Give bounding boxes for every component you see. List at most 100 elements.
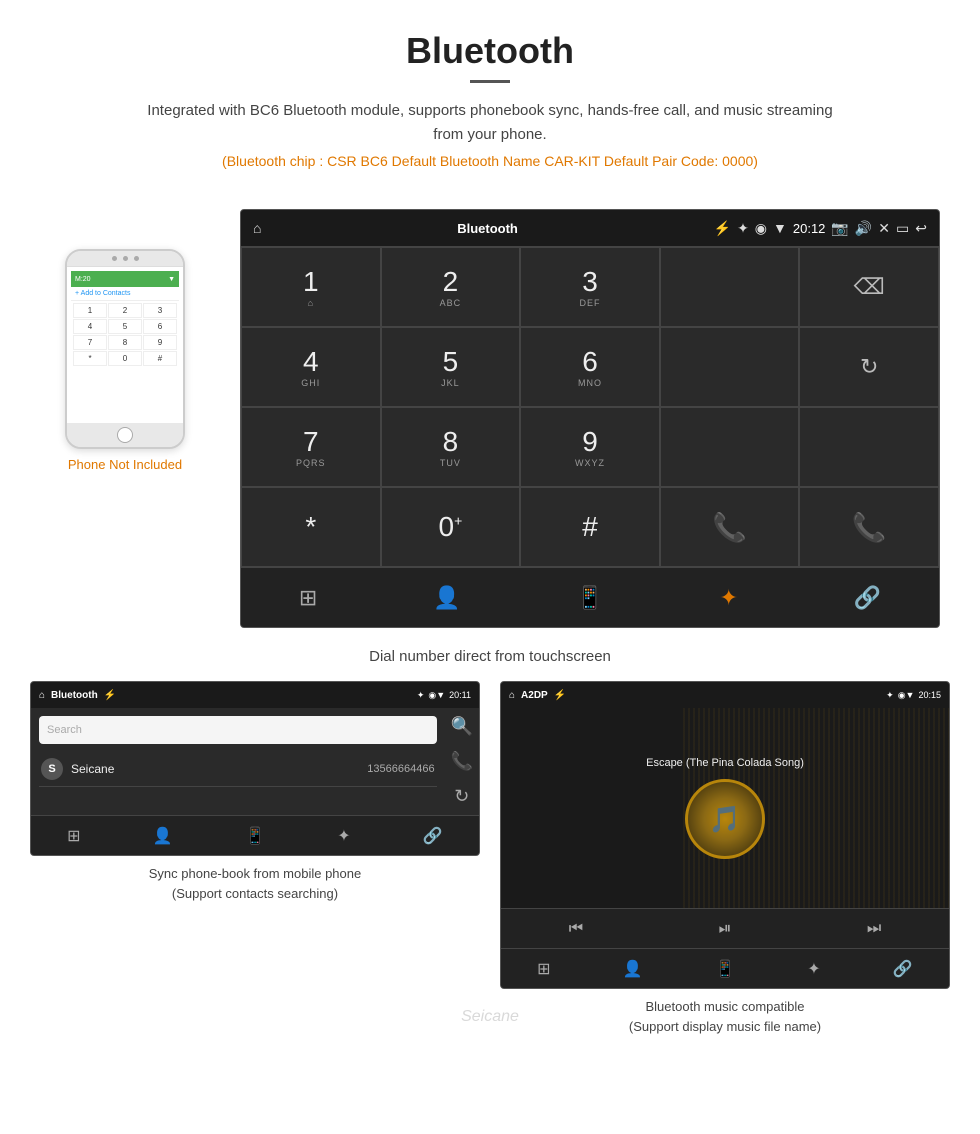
- bt-info: (Bluetooth chip : CSR BC6 Default Blueto…: [20, 153, 960, 169]
- dial-key-1[interactable]: 1 ⌂: [241, 247, 381, 327]
- play-pause-button[interactable]: ⏯: [719, 920, 732, 938]
- a2dp-bottom-nav: ⊞ 👤 📱 ✦ 🔗: [501, 948, 949, 988]
- backspace-icon: ⌫: [854, 274, 885, 300]
- pb-nav-contacts[interactable]: 👤: [153, 826, 173, 846]
- phonebook-content: Search S Seicane 13566664466 🔍 📞: [31, 708, 479, 815]
- main-section: M:20 ▼ + Add to Contacts 123 456 789 *0#…: [0, 199, 980, 638]
- pb-search-icon[interactable]: 🔍: [451, 716, 473, 737]
- grid-icon[interactable]: ⊞: [299, 585, 317, 611]
- pb-bt-icon: ✦: [417, 690, 425, 701]
- dial-key-0[interactable]: 0+: [381, 487, 521, 567]
- a2dp-time: 20:15: [918, 690, 941, 700]
- phonebook-icons: 🔍 📞 ↻: [445, 708, 479, 815]
- music-controls: ⏮ ⏯ ⏭: [501, 908, 949, 948]
- subtitle: Integrated with BC6 Bluetooth module, su…: [140, 99, 840, 147]
- dialer-status-bar: ⌂ Bluetooth ⚡ ✦ ◉ ▼ 20:12 📷 🔊 ✕ ▭ ↩: [241, 210, 939, 246]
- pb-refresh-icon[interactable]: ↻: [454, 786, 469, 807]
- phonebook-status-bar: ⌂ Bluetooth ⚡ ✦ ◉▼ 20:11: [31, 682, 479, 708]
- camera-icon: 📷: [831, 220, 848, 237]
- a2dp-caption: Bluetooth music compatible (Support disp…: [629, 997, 821, 1036]
- dialer-grid: 1 ⌂ 2 ABC 3 DEF ⌫ 4 GHI 5 JKL: [241, 246, 939, 567]
- phone-side: M:20 ▼ + Add to Contacts 123 456 789 *0#…: [40, 249, 210, 472]
- dial-key-3[interactable]: 3 DEF: [520, 247, 660, 327]
- contact-phone: 13566664466: [367, 763, 434, 775]
- page-header: Bluetooth Integrated with BC6 Bluetooth …: [0, 0, 980, 199]
- dial-display-empty: [660, 247, 800, 327]
- phone-icon[interactable]: 📱: [576, 585, 603, 611]
- title-divider: [470, 80, 510, 83]
- end-call-button[interactable]: 📞: [799, 487, 939, 567]
- dial-backspace-button[interactable]: ⌫: [799, 247, 939, 327]
- phonebook-caption: Sync phone-book from mobile phone (Suppo…: [149, 864, 361, 903]
- pb-signal: ◉▼: [428, 690, 445, 701]
- pb-nav-bt[interactable]: ✦: [337, 826, 350, 846]
- a2dp-content: Escape (The Pina Colada Song) 🎵: [501, 708, 949, 908]
- a2dp-screen-title: A2DP: [521, 690, 548, 701]
- pb-usb-icon: ⚡: [104, 690, 116, 701]
- back-icon: ↩: [915, 220, 927, 237]
- location-icon: ◉: [755, 220, 767, 237]
- dial-key-hash[interactable]: #: [520, 487, 660, 567]
- a2dp-nav-grid[interactable]: ⊞: [537, 959, 550, 979]
- dial-key-5[interactable]: 5 JKL: [381, 327, 521, 407]
- pb-home-icon: ⌂: [39, 690, 45, 701]
- link-icon[interactable]: 🔗: [854, 585, 881, 611]
- call-button[interactable]: 📞: [660, 487, 800, 567]
- a2dp-screen: ⌂ A2DP ⚡ ✦ ◉▼ 20:15 Escape (The Pina Col…: [500, 681, 950, 989]
- a2dp-home-icon: ⌂: [509, 690, 515, 701]
- a2dp-status-bar: ⌂ A2DP ⚡ ✦ ◉▼ 20:15: [501, 682, 949, 708]
- main-caption: Dial number direct from touchscreen: [0, 648, 980, 665]
- search-placeholder: Search: [47, 724, 82, 736]
- pb-nav-grid[interactable]: ⊞: [67, 826, 80, 846]
- call-green-icon: 📞: [712, 511, 747, 544]
- bt-nav-icon[interactable]: ✦: [719, 585, 737, 611]
- pb-nav-phone[interactable]: 📱: [245, 826, 265, 846]
- signal-icon: ▼: [773, 220, 787, 236]
- dial-key-4[interactable]: 4 GHI: [241, 327, 381, 407]
- dial-key-star[interactable]: *: [241, 487, 381, 567]
- dialer-screen-title: Bluetooth: [457, 221, 518, 236]
- a2dp-usb-icon: ⚡: [554, 690, 566, 701]
- pb-nav-link[interactable]: 🔗: [423, 826, 443, 846]
- home-icon: ⌂: [253, 220, 261, 236]
- call-red-icon: 📞: [852, 511, 887, 544]
- pb-phone-icon[interactable]: 📞: [451, 751, 473, 772]
- phonebook-bottom-nav: ⊞ 👤 📱 ✦ 🔗: [31, 815, 479, 855]
- a2dp-nav-phone[interactable]: 📱: [715, 959, 735, 979]
- dial-key-9[interactable]: 9 WXYZ: [520, 407, 660, 487]
- bottom-screens-container: ⌂ Bluetooth ⚡ ✦ ◉▼ 20:11 Search: [0, 681, 980, 1036]
- window-icon: ▭: [896, 220, 909, 237]
- contacts-icon[interactable]: 👤: [433, 585, 460, 611]
- dial-empty-4: [799, 407, 939, 487]
- contact-avatar: S: [41, 758, 63, 780]
- dial-key-8[interactable]: 8 TUV: [381, 407, 521, 487]
- usb-icon: ⚡: [714, 220, 731, 237]
- a2dp-nav-link[interactable]: 🔗: [893, 959, 913, 979]
- bt-icon: ✦: [737, 220, 749, 237]
- dialer-screen: ⌂ Bluetooth ⚡ ✦ ◉ ▼ 20:12 📷 🔊 ✕ ▭ ↩ 1 ⌂: [240, 209, 940, 628]
- prev-button[interactable]: ⏮: [569, 920, 583, 938]
- a2dp-nav-bt[interactable]: ✦: [807, 959, 820, 979]
- a2dp-bt-icon: ✦: [886, 690, 894, 701]
- dial-key-7[interactable]: 7 PQRS: [241, 407, 381, 487]
- refresh-icon: ↻: [860, 354, 878, 380]
- page-title: Bluetooth: [20, 30, 960, 72]
- phonebook-screen-wrap: ⌂ Bluetooth ⚡ ✦ ◉▼ 20:11 Search: [30, 681, 480, 1036]
- bottom-screens: ⌂ Bluetooth ⚡ ✦ ◉▼ 20:11 Search: [0, 681, 980, 1036]
- dialer-bottom-nav: ⊞ 👤 📱 ✦ 🔗: [241, 567, 939, 627]
- dial-empty-2: [660, 327, 800, 407]
- phone-not-included-label: Phone Not Included: [68, 457, 182, 472]
- dial-key-6[interactable]: 6 MNO: [520, 327, 660, 407]
- next-button[interactable]: ⏭: [867, 920, 881, 938]
- pb-time: 20:11: [449, 690, 471, 700]
- dial-key-2[interactable]: 2 ABC: [381, 247, 521, 327]
- a2dp-nav-contacts[interactable]: 👤: [623, 959, 643, 979]
- volume-icon: 🔊: [855, 220, 872, 237]
- search-bar[interactable]: Search: [39, 716, 437, 744]
- close-icon: ✕: [878, 220, 890, 237]
- dial-refresh-button[interactable]: ↻: [799, 327, 939, 407]
- phone-image: M:20 ▼ + Add to Contacts 123 456 789 *0#: [65, 249, 185, 449]
- phonebook-screen: ⌂ Bluetooth ⚡ ✦ ◉▼ 20:11 Search: [30, 681, 480, 856]
- contact-row: S Seicane 13566664466: [39, 752, 437, 787]
- status-time: 20:12: [793, 221, 826, 236]
